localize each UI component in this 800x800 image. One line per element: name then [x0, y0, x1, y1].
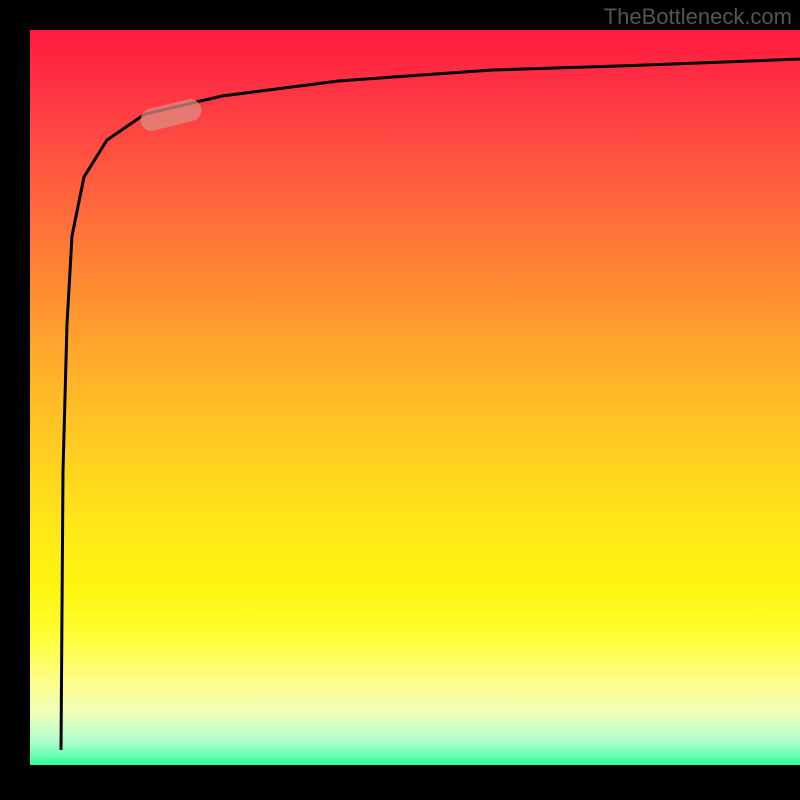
- gradient-background: [30, 30, 800, 765]
- watermark-text: TheBottleneck.com: [604, 4, 792, 30]
- chart-area: [30, 30, 800, 765]
